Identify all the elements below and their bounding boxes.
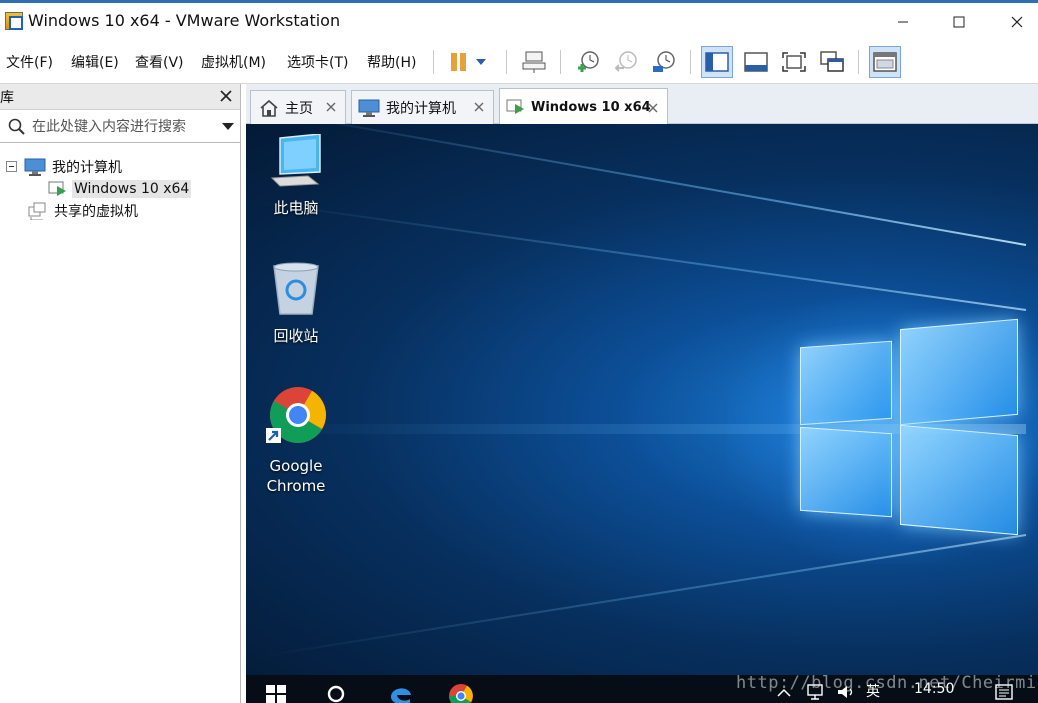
this-pc-icon [270,133,321,187]
desktop-icon-label: Google Chrome [266,457,326,495]
toolbar-separator [690,50,691,74]
revert-snapshot-button[interactable] [610,46,642,78]
close-window-button[interactable] [994,6,1038,38]
snapshot-manager-icon [653,51,675,72]
desktop-icon-label: 回收站 [273,327,319,345]
take-snapshot-button[interactable] [572,46,604,78]
snapshot-manager-button[interactable] [648,46,680,78]
library-title: 库 [0,90,14,106]
home-icon [260,99,278,117]
close-icon [1011,16,1023,28]
desktop-icon-this-pc[interactable]: 此电脑 [256,133,336,218]
chrome-icon[interactable] [448,683,474,703]
library-search [0,111,240,143]
desktop-icon-recycle-bin[interactable]: 回收站 [256,262,336,346]
maximize-button[interactable] [936,6,982,38]
library-search-input[interactable] [32,116,212,138]
library-header: 库 [0,84,240,110]
console-view-icon [873,52,897,72]
wallpaper-beam [253,200,1027,311]
window-title: Windows 10 x64 - VMware Workstation [28,11,341,30]
menu-edit[interactable]: 编辑(E) [71,52,119,72]
tree-label: Windows 10 x64 [72,180,192,198]
guest-desktop[interactable]: 此电脑 回收站 Google Chrome 英 14:50 [246,124,1038,703]
pause-icon [451,53,466,71]
minimize-icon [898,21,908,23]
recycle-bin-icon [273,262,319,315]
toolbar-separator [433,50,434,74]
full-screen-icon [782,52,806,72]
title-bar: Windows 10 x64 - VMware Workstation [0,0,1038,40]
tree-item-shared-vms[interactable]: 共享的虚拟机 [28,200,140,222]
close-tab-icon[interactable] [325,101,337,113]
close-tab-icon[interactable] [647,102,659,114]
close-tab-icon[interactable] [473,101,485,113]
toolbar-separator [858,50,859,74]
console-view-button[interactable] [869,46,901,78]
menu-bar: 文件(F) 编辑(E) 查看(V) 虚拟机(M) 选项卡(T) 帮助(H) [0,40,1038,84]
send-ctrl-alt-del-button[interactable] [518,46,550,78]
vmware-app-icon [5,12,23,30]
tree-item-windows10[interactable]: Windows 10 x64 [48,178,192,200]
power-dropdown-button[interactable] [470,46,492,78]
search-icon[interactable] [326,685,346,703]
menu-file[interactable]: 文件(F) [6,52,53,72]
shared-vms-icon [28,202,46,220]
menu-help[interactable]: 帮助(H) [367,52,416,72]
windows-logo-pane [800,340,892,426]
dropdown-arrow-icon [476,59,486,65]
chrome-icon [266,387,327,443]
tab-my-computer[interactable]: 我的计算机 [351,90,494,124]
unity-button[interactable] [816,46,848,78]
tab-home[interactable]: 主页 [250,90,346,124]
thumbnail-bar-icon [744,52,768,72]
tab-label: Windows 10 x64 [531,99,651,115]
watermark: http://blog.csdn.net/Cheirmin [736,673,1038,693]
revert-snapshot-icon [614,51,637,72]
collapse-icon[interactable] [6,161,18,173]
windows-logo-pane [900,318,1018,426]
wallpaper-beam [255,534,1027,659]
toolbar-separator [560,50,561,74]
tab-windows10[interactable]: Windows 10 x64 [499,88,668,125]
close-library-icon[interactable] [218,88,234,104]
menu-view[interactable]: 查看(V) [135,52,184,72]
show-library-icon [705,52,729,72]
tab-label: 我的计算机 [386,100,456,117]
vm-running-icon [506,99,524,114]
tab-label: 主页 [285,100,313,117]
wallpaper-beam [257,124,1027,246]
computer-icon [358,99,380,117]
desktop-icon-google-chrome[interactable]: Google Chrome [256,386,336,496]
menu-vm[interactable]: 虚拟机(M) [201,52,266,72]
minimize-button[interactable] [880,6,926,38]
search-icon [8,118,25,135]
computer-icon [24,158,46,176]
tree-item-my-computer[interactable]: 我的计算机 [6,156,124,178]
show-library-button[interactable] [701,46,733,78]
menu-tabs[interactable]: 选项卡(T) [287,52,348,72]
send-ctrl-alt-del-icon [522,51,546,73]
maximize-icon [953,16,965,28]
tree-label: 我的计算机 [52,160,122,176]
full-screen-button[interactable] [778,46,810,78]
take-snapshot-icon [578,51,599,72]
start-icon[interactable] [266,685,286,703]
windows-logo-pane [900,424,1018,536]
search-dropdown-icon[interactable] [222,123,234,130]
unity-icon [820,51,844,72]
windows-logo-pane [800,426,892,518]
desktop-icon-label: 此电脑 [273,199,319,217]
thumbnail-bar-button[interactable] [740,46,772,78]
edge-icon[interactable] [388,683,414,703]
tree-label: 共享的虚拟机 [54,204,138,220]
tab-strip: 主页 我的计算机 Windows 10 x64 [246,84,1038,125]
library-panel: 库 我的计算机 Windows 10 x64 [0,84,241,703]
vm-running-icon [48,181,66,196]
toolbar-separator [506,50,507,74]
